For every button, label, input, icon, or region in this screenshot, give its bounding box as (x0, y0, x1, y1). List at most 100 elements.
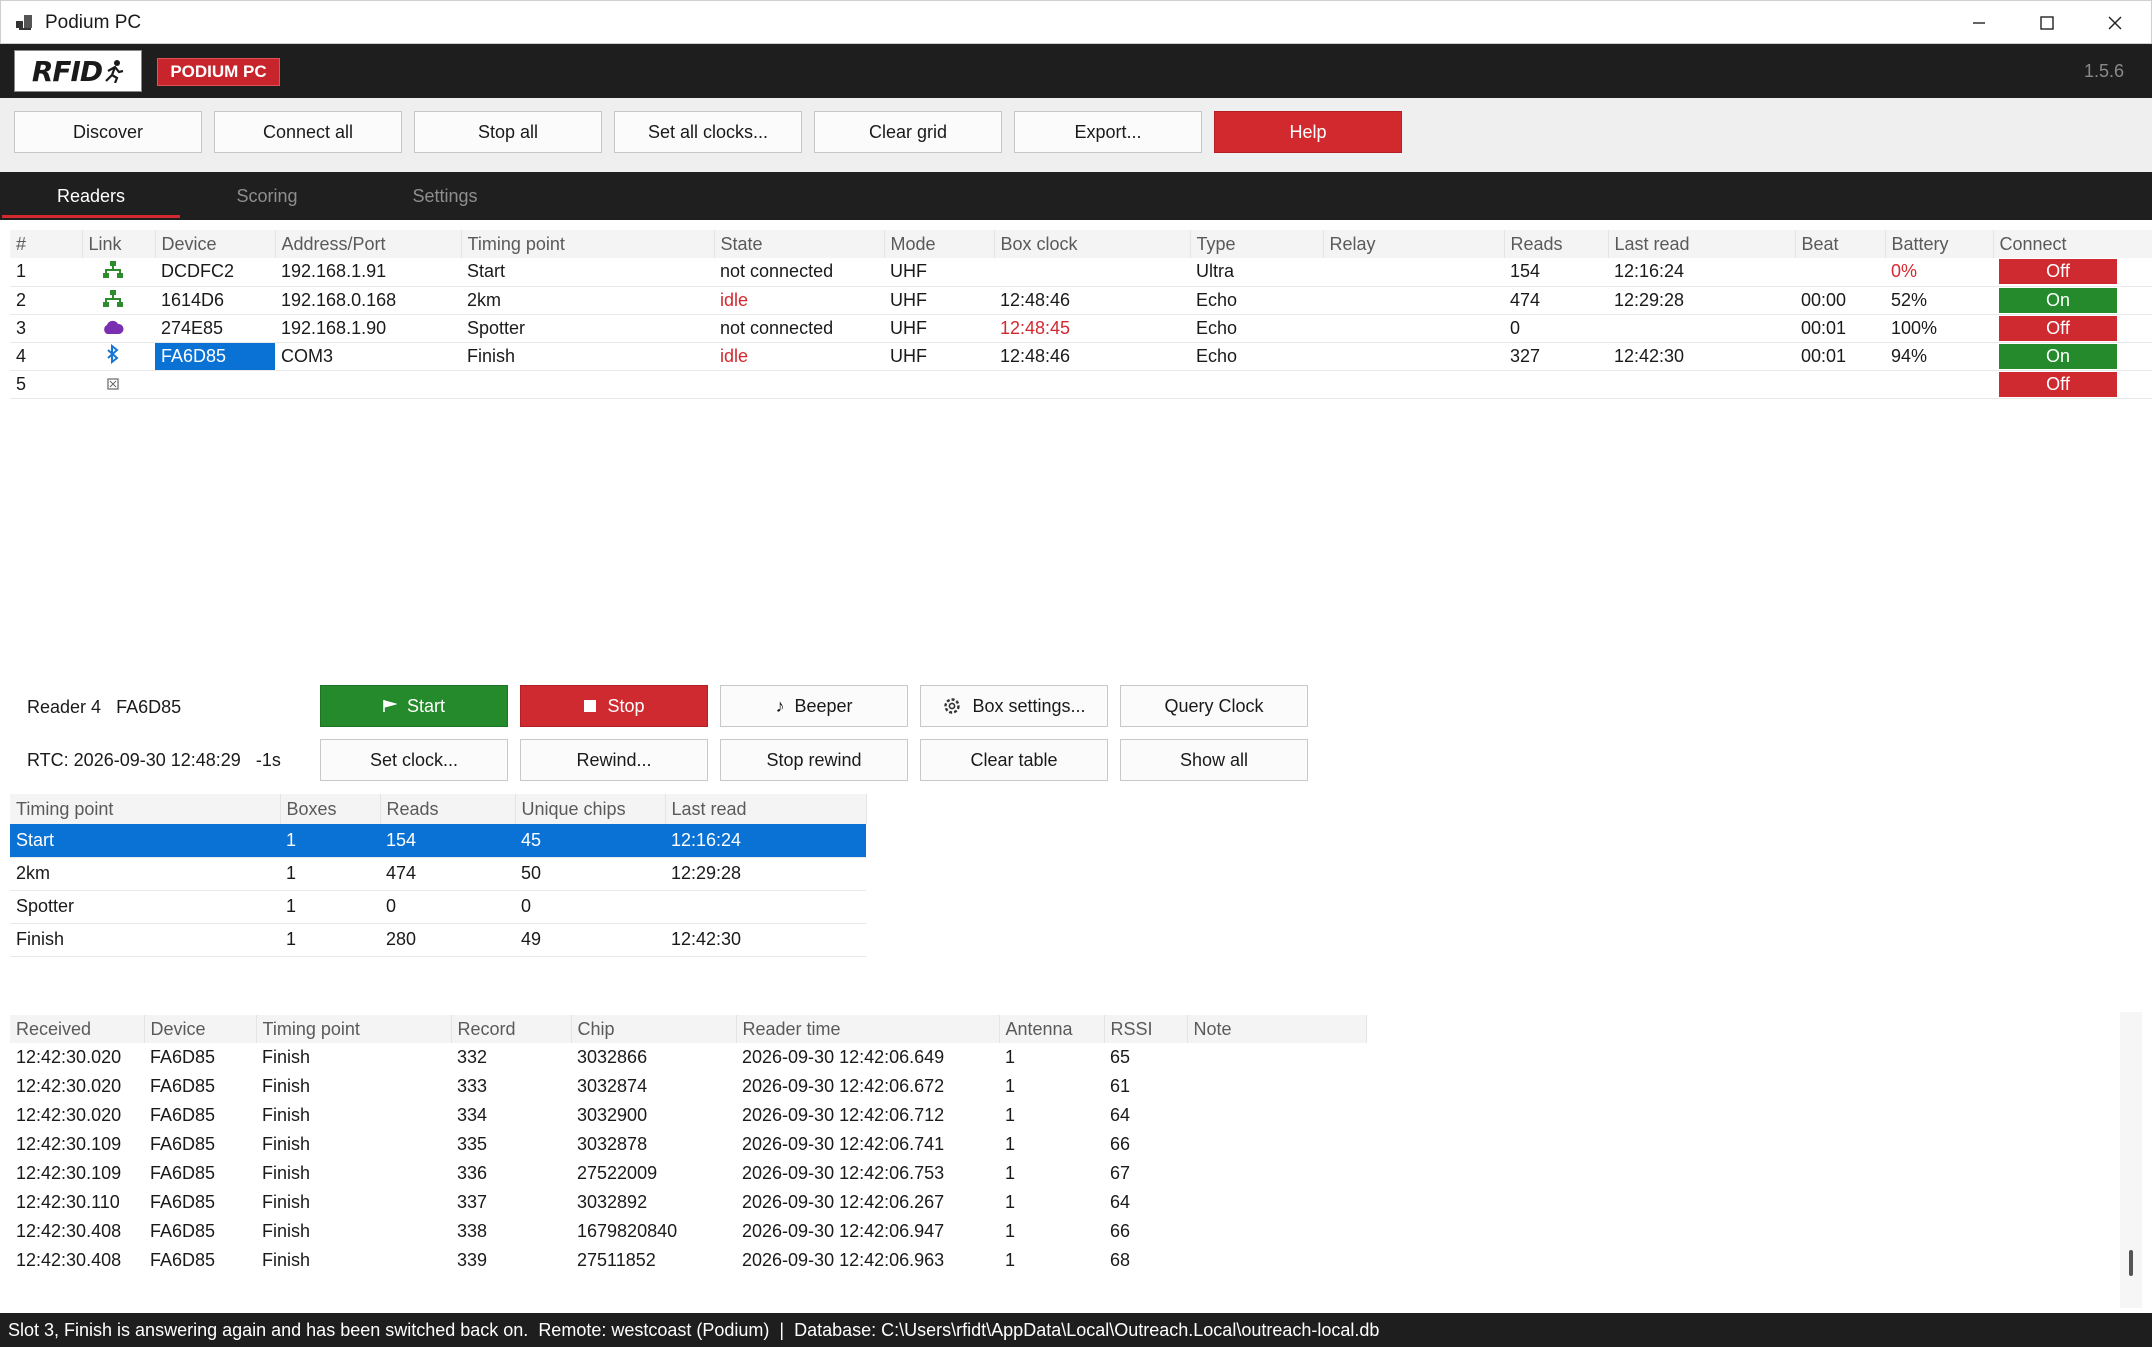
col-header-antenna[interactable]: Antenna (999, 1015, 1105, 1043)
status-remote: Remote: westcoast (Podium) (538, 1319, 770, 1340)
reads-scrollbar[interactable] (2120, 1012, 2142, 1308)
read-device: FA6D85 (150, 1192, 216, 1212)
clear-table-button[interactable]: Clear table (920, 739, 1108, 781)
col-header-box-clock[interactable]: Box clock (994, 230, 1191, 258)
read-row[interactable]: 12:42:30.408 FA6D85 Finish 338 1679820840 202… (10, 1217, 1366, 1246)
tab-scoring[interactable]: Scoring (178, 172, 356, 220)
reader-timing-point[interactable] (461, 370, 714, 399)
close-button[interactable] (2081, 1, 2149, 45)
export-button[interactable]: Export... (1014, 111, 1202, 153)
connect-toggle[interactable]: Off (1999, 259, 2117, 285)
reader-row[interactable]: 5 Off (10, 370, 2152, 399)
minimize-button[interactable] (1945, 1, 2013, 45)
col-header-mode[interactable]: Mode (884, 230, 995, 258)
col-header-connect[interactable]: Connect (1993, 230, 2152, 258)
col-header-beat[interactable]: Beat (1795, 230, 1886, 258)
connect-all-button[interactable]: Connect all (214, 111, 402, 153)
show-all-button[interactable]: Show all (1120, 739, 1308, 781)
reader-address[interactable]: COM3 (275, 342, 461, 371)
read-row[interactable]: 12:42:30.109 FA6D85 Finish 336 27522009 2026-… (10, 1159, 1366, 1188)
discover-button[interactable]: Discover (14, 111, 202, 153)
start-button[interactable]: Start (320, 685, 508, 727)
read-row[interactable]: 12:42:30.408 FA6D85 Finish 339 27511852 2026-… (10, 1246, 1366, 1275)
rewind-button[interactable]: Rewind... (520, 739, 708, 781)
reader-device[interactable]: FA6D85 (155, 342, 275, 371)
col-header-note[interactable]: Note (1187, 1015, 1367, 1043)
col-header-state[interactable]: State (714, 230, 885, 258)
reader-row[interactable]: 2 1614D6 192.168.0.168 2km idle UHF 12:4… (10, 286, 2152, 315)
set-all-clocks-button[interactable]: Set all clocks... (614, 111, 802, 153)
read-row[interactable]: 12:42:30.110 FA6D85 Finish 337 3032892 2026-0… (10, 1188, 1366, 1217)
maximize-icon (2040, 16, 2054, 30)
col-header-timing-point[interactable]: Timing point (461, 230, 715, 258)
reader-device[interactable]: 1614D6 (155, 286, 275, 315)
reader-row[interactable]: 3 274E85 192.168.1.90 Spotter not connec… (10, 314, 2152, 343)
col-header-chip[interactable]: Chip (571, 1015, 737, 1043)
timing-point-row[interactable]: 2km 1 474 50 12:29:28 (10, 857, 866, 891)
connect-toggle[interactable]: Off (1999, 315, 2117, 341)
reader-row[interactable]: 1 DCDFC2 192.168.1.91 Start not connecte… (10, 258, 2152, 287)
timing-point-row[interactable]: Finish 1 280 49 12:42:30 (10, 923, 866, 957)
tab-settings[interactable]: Settings (356, 172, 534, 220)
col-header-type[interactable]: Type (1190, 230, 1324, 258)
col-header-num[interactable]: # (10, 230, 83, 258)
col-header-last-read[interactable]: Last read (665, 794, 867, 824)
col-header-relay[interactable]: Relay (1323, 230, 1505, 258)
connect-toggle[interactable]: On (1999, 343, 2117, 369)
scrollbar-thumb[interactable] (2129, 1250, 2133, 1276)
tab-readers[interactable]: Readers (2, 172, 180, 220)
reader-reads: 0 (1504, 314, 1608, 343)
col-header-address[interactable]: Address/Port (275, 230, 462, 258)
reader-address[interactable]: 192.168.1.90 (275, 314, 461, 343)
col-header-rssi[interactable]: RSSI (1104, 1015, 1188, 1043)
reader-timing-point[interactable]: 2km (461, 286, 714, 315)
timing-point-row[interactable]: Spotter 1 0 0 (10, 890, 866, 924)
col-header-battery[interactable]: Battery (1885, 230, 1994, 258)
reader-row[interactable]: 4 FA6D85 COM3 Finish idle UHF 12:48:46 E… (10, 342, 2152, 371)
reader-timing-point[interactable]: Spotter (461, 314, 714, 343)
read-chip: 3032900 (577, 1105, 648, 1125)
help-button[interactable]: Help (1214, 111, 1402, 153)
query-clock-button[interactable]: Query Clock (1120, 685, 1308, 727)
read-row[interactable]: 12:42:30.109 FA6D85 Finish 335 3032878 2026-0… (10, 1130, 1366, 1159)
col-header-link[interactable]: Link (82, 230, 156, 258)
reader-num: 1 (10, 258, 82, 287)
beeper-button[interactable]: ♪ Beeper (720, 685, 908, 727)
timing-point-row[interactable]: Start 1 154 45 12:16:24 (10, 824, 866, 858)
col-header-reader-time[interactable]: Reader time (736, 1015, 1000, 1043)
read-received: 12:42:30.020 (16, 1076, 122, 1096)
reader-address[interactable]: 192.168.1.91 (275, 258, 461, 287)
maximize-button[interactable] (2013, 1, 2081, 45)
read-timing-point: Finish (262, 1047, 311, 1067)
col-header-reads[interactable]: Reads (1504, 230, 1609, 258)
col-header-unique-chips[interactable]: Unique chips (515, 794, 666, 824)
col-header-device[interactable]: Device (155, 230, 276, 258)
col-header-boxes[interactable]: Boxes (280, 794, 381, 824)
stop-all-button[interactable]: Stop all (414, 111, 602, 153)
stop-button[interactable]: Stop (520, 685, 708, 727)
read-row[interactable]: 12:42:30.020 FA6D85 Finish 333 3032874 2026-0… (10, 1072, 1366, 1101)
reader-device[interactable] (155, 370, 275, 399)
col-header-received[interactable]: Received (10, 1015, 145, 1043)
reader-timing-point[interactable]: Start (461, 258, 714, 287)
col-header-timing-point[interactable]: Timing point (256, 1015, 452, 1043)
reader-timing-point[interactable]: Finish (461, 342, 714, 371)
col-header-device[interactable]: Device (144, 1015, 257, 1043)
read-row[interactable]: 12:42:30.020 FA6D85 Finish 334 3032900 2026-0… (10, 1101, 1366, 1130)
connect-toggle[interactable]: Off (1999, 371, 2117, 397)
connect-toggle[interactable]: On (1999, 287, 2117, 313)
reader-device[interactable]: 274E85 (155, 314, 275, 343)
reader-address[interactable] (275, 370, 461, 399)
stop-rewind-button[interactable]: Stop rewind (720, 739, 908, 781)
col-header-record[interactable]: Record (451, 1015, 572, 1043)
reader-address[interactable]: 192.168.0.168 (275, 286, 461, 315)
reader-type (1190, 370, 1323, 399)
col-header-reads[interactable]: Reads (380, 794, 516, 824)
set-clock-button[interactable]: Set clock... (320, 739, 508, 781)
col-header-timing-point[interactable]: Timing point (10, 794, 281, 824)
box-settings-button[interactable]: Box settings... (920, 685, 1108, 727)
reader-device[interactable]: DCDFC2 (155, 258, 275, 287)
read-row[interactable]: 12:42:30.020 FA6D85 Finish 332 3032866 2026-0… (10, 1043, 1366, 1072)
col-header-last-read[interactable]: Last read (1608, 230, 1796, 258)
clear-grid-button[interactable]: Clear grid (814, 111, 1002, 153)
